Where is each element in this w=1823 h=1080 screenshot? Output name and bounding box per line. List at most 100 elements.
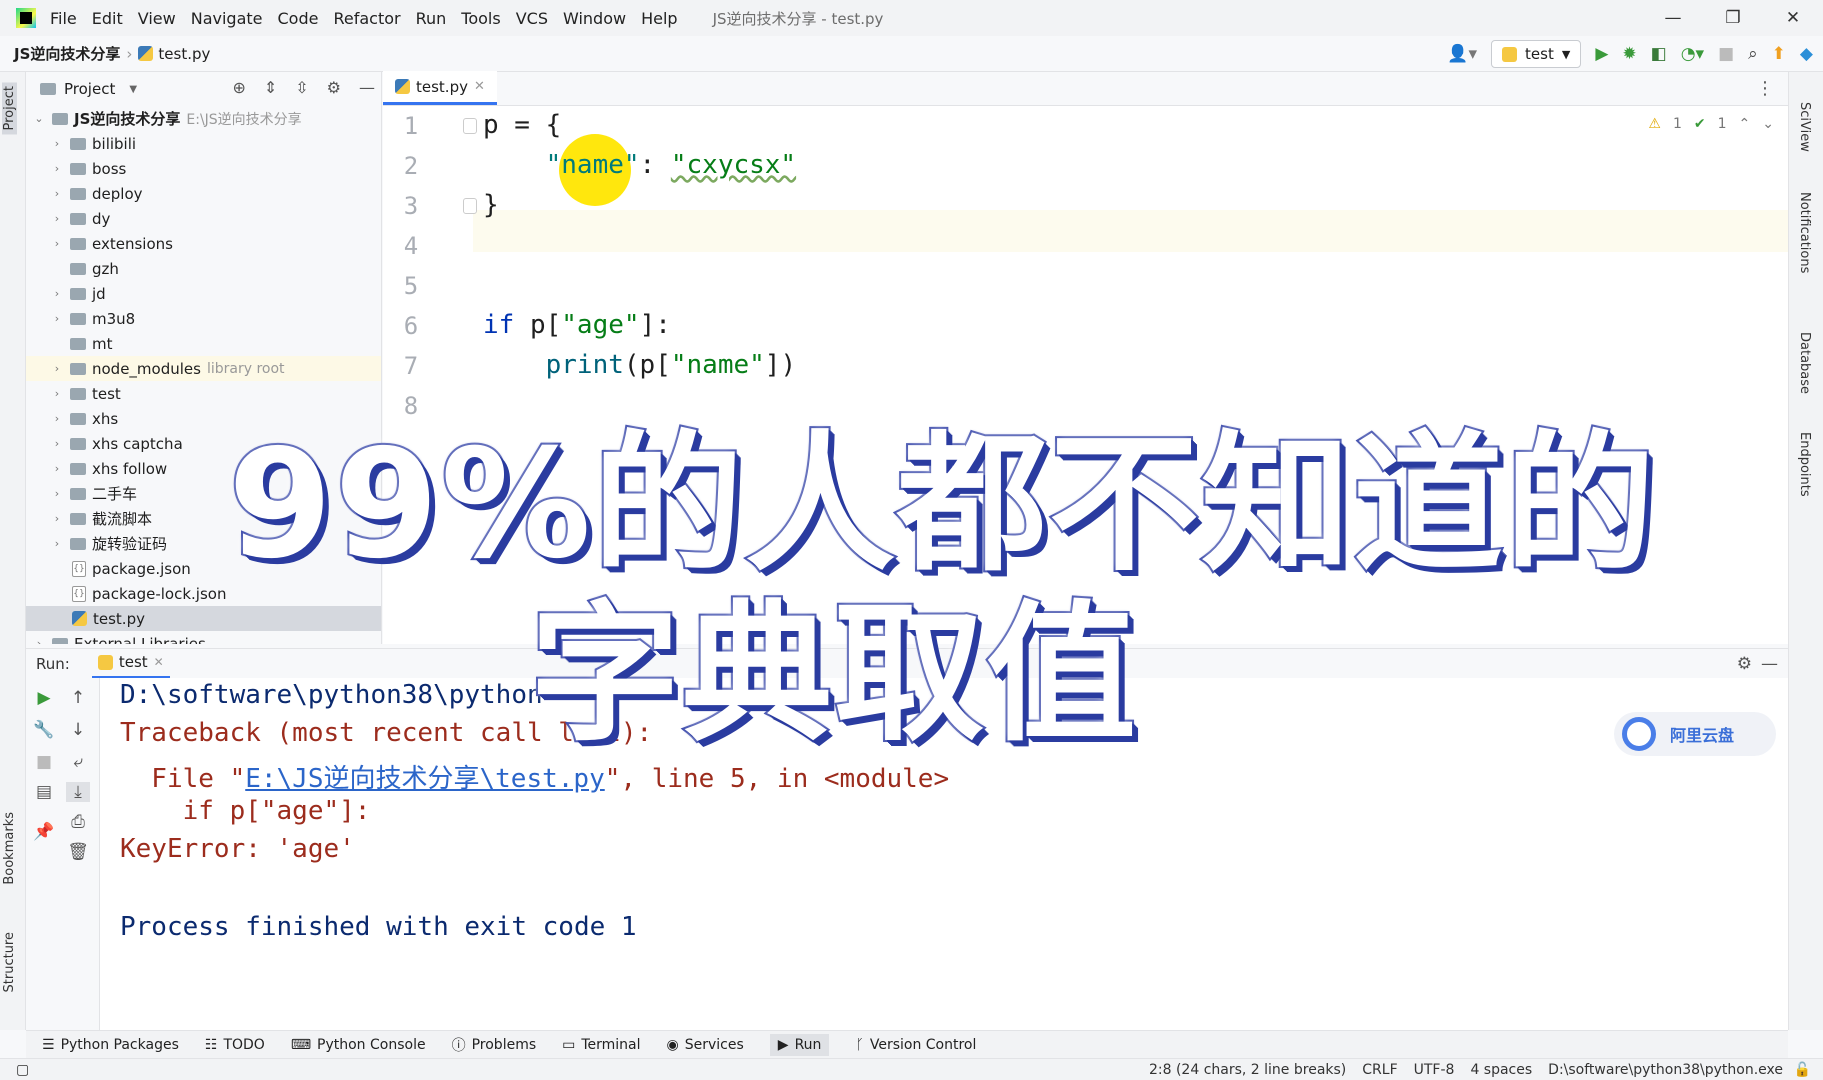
- debug-icon[interactable]: ✹: [1622, 44, 1636, 64]
- status-encoding[interactable]: UTF-8: [1414, 1062, 1455, 1078]
- tool-python-packages[interactable]: ☰ Python Packages: [42, 1037, 179, 1053]
- profile-icon[interactable]: ◔▾: [1681, 44, 1704, 64]
- close-window-button[interactable]: ✕: [1763, 0, 1823, 36]
- status-line-separator[interactable]: CRLF: [1362, 1062, 1397, 1078]
- tree-item[interactable]: › extensions: [26, 231, 381, 256]
- chevron-right-icon[interactable]: ›: [32, 637, 46, 644]
- tab-database[interactable]: Database: [1797, 332, 1812, 394]
- lock-icon[interactable]: 🔓: [1794, 1062, 1811, 1078]
- wrench-icon[interactable]: 🔧: [32, 720, 56, 740]
- chevron-right-icon[interactable]: ›: [50, 137, 64, 150]
- hide-icon[interactable]: —: [359, 78, 375, 97]
- tree-external-libraries[interactable]: › External Libraries: [26, 631, 381, 644]
- gear-icon[interactable]: ⚙: [327, 78, 341, 97]
- tab-project[interactable]: Project: [2, 82, 17, 135]
- close-icon[interactable]: ✕: [474, 79, 485, 94]
- tree-item-selected[interactable]: test.py: [26, 606, 381, 631]
- tree-root[interactable]: ⌄ JS逆向技术分享 E:\JS逆向技术分享: [26, 106, 381, 131]
- tool-terminal[interactable]: ▭ Terminal: [562, 1037, 640, 1053]
- tree-item[interactable]: › jd: [26, 281, 381, 306]
- tab-test-py[interactable]: test.py ✕: [383, 71, 497, 105]
- menu-vcs[interactable]: VCS: [516, 9, 548, 28]
- more-icon[interactable]: ⋮: [1756, 78, 1774, 99]
- stop-icon[interactable]: ■: [32, 752, 56, 772]
- tree-item[interactable]: › test: [26, 381, 381, 406]
- pin-icon[interactable]: 📌: [32, 822, 56, 842]
- jetbrains-icon[interactable]: ◆: [1800, 44, 1813, 64]
- menu-file[interactable]: File: [50, 9, 77, 28]
- restore-button[interactable]: ❐: [1703, 0, 1763, 36]
- search-icon[interactable]: ⌕: [1748, 44, 1758, 64]
- close-icon[interactable]: ✕: [154, 655, 164, 669]
- tool-problems[interactable]: ⓘ Problems: [452, 1035, 537, 1055]
- gear-icon[interactable]: ⚙: [1737, 654, 1752, 674]
- menu-navigate[interactable]: Navigate: [191, 9, 263, 28]
- status-indent[interactable]: 4 spaces: [1470, 1062, 1532, 1078]
- chevron-down-icon[interactable]: ⌄: [1762, 116, 1774, 132]
- tree-item[interactable]: › boss: [26, 156, 381, 181]
- menu-edit[interactable]: Edit: [92, 9, 123, 28]
- arrow-up-icon[interactable]: ↑: [66, 688, 90, 708]
- expand-all-icon[interactable]: ⇕: [264, 78, 277, 97]
- chevron-right-icon[interactable]: ›: [50, 187, 64, 200]
- menu-window[interactable]: Window: [563, 9, 626, 28]
- tree-item[interactable]: › m3u8: [26, 306, 381, 331]
- menu-code[interactable]: Code: [278, 9, 319, 28]
- chevron-right-icon[interactable]: ›: [50, 287, 64, 300]
- chevron-right-icon[interactable]: ›: [50, 212, 64, 225]
- tree-item[interactable]: mt: [26, 331, 381, 356]
- chevron-right-icon[interactable]: ›: [50, 237, 64, 250]
- tab-notifications[interactable]: Notifications: [1797, 192, 1812, 273]
- tool-services[interactable]: ◉ Services: [667, 1037, 744, 1053]
- soft-wrap-icon[interactable]: ⤶: [66, 752, 90, 772]
- fold-icon[interactable]: [463, 118, 477, 134]
- layout-icon[interactable]: ▤: [32, 782, 56, 802]
- tab-endpoints[interactable]: Endpoints: [1797, 432, 1812, 497]
- tool-version-control[interactable]: ᚴ Version Control: [855, 1037, 976, 1053]
- status-window-icon[interactable]: ▢: [16, 1062, 29, 1078]
- chevron-right-icon[interactable]: ›: [50, 162, 64, 175]
- inspection-widget[interactable]: ⚠ 1 ✔ 1 ⌃ ⌄: [1648, 116, 1774, 132]
- breadcrumb-file[interactable]: test.py: [138, 45, 210, 63]
- stop-icon[interactable]: ■: [1718, 44, 1734, 64]
- tree-item[interactable]: › node_modules library root: [26, 356, 381, 381]
- tab-bookmarks[interactable]: Bookmarks: [2, 812, 17, 885]
- traceback-file-link[interactable]: E:\JS逆向技术分享\test.py: [245, 764, 605, 794]
- trash-icon[interactable]: 🗑: [66, 842, 90, 862]
- chevron-down-icon[interactable]: ⌄: [32, 112, 46, 125]
- chevron-up-icon[interactable]: ⌃: [1739, 116, 1751, 132]
- menu-view[interactable]: View: [138, 9, 176, 28]
- tab-structure[interactable]: Structure: [2, 932, 17, 992]
- tab-sciview[interactable]: SciView: [1797, 102, 1812, 152]
- tree-item[interactable]: gzh: [26, 256, 381, 281]
- print-icon[interactable]: ⎙: [66, 812, 90, 832]
- update-icon[interactable]: ⬆: [1772, 44, 1786, 64]
- tree-item[interactable]: › dy: [26, 206, 381, 231]
- run-tab-test[interactable]: test ✕: [91, 649, 170, 679]
- scroll-to-end-icon[interactable]: ⤓: [66, 782, 90, 802]
- collapse-all-icon[interactable]: ⇳: [295, 78, 308, 97]
- project-panel-title[interactable]: Project: [64, 80, 115, 98]
- status-interpreter[interactable]: D:\software\python38\python.exe: [1548, 1062, 1783, 1078]
- run-config-select[interactable]: test ▼: [1491, 40, 1582, 68]
- chevron-right-icon[interactable]: ›: [50, 512, 64, 525]
- chevron-right-icon[interactable]: ›: [50, 462, 64, 475]
- chevron-right-icon[interactable]: ›: [50, 312, 64, 325]
- aliyun-drive-badge[interactable]: 阿里云盘: [1614, 712, 1776, 756]
- chevron-right-icon[interactable]: ›: [50, 537, 64, 550]
- chevron-right-icon[interactable]: ›: [50, 412, 64, 425]
- run-icon[interactable]: ▶: [1595, 44, 1608, 64]
- locate-icon[interactable]: ⊕: [232, 78, 245, 97]
- fold-icon[interactable]: [463, 198, 477, 214]
- rerun-icon[interactable]: ▶: [32, 688, 56, 708]
- chevron-down-icon[interactable]: ▼: [129, 84, 137, 95]
- chevron-right-icon[interactable]: ›: [50, 437, 64, 450]
- user-icon[interactable]: 👤▾: [1447, 44, 1477, 64]
- menu-help[interactable]: Help: [641, 9, 677, 28]
- arrow-down-icon[interactable]: ↓: [66, 720, 90, 740]
- chevron-right-icon[interactable]: ›: [50, 487, 64, 500]
- coverage-icon[interactable]: ◧: [1651, 44, 1667, 64]
- hide-icon[interactable]: —: [1761, 654, 1778, 674]
- tool-todo[interactable]: ☷ TODO: [205, 1037, 265, 1053]
- menu-refactor[interactable]: Refactor: [333, 9, 400, 28]
